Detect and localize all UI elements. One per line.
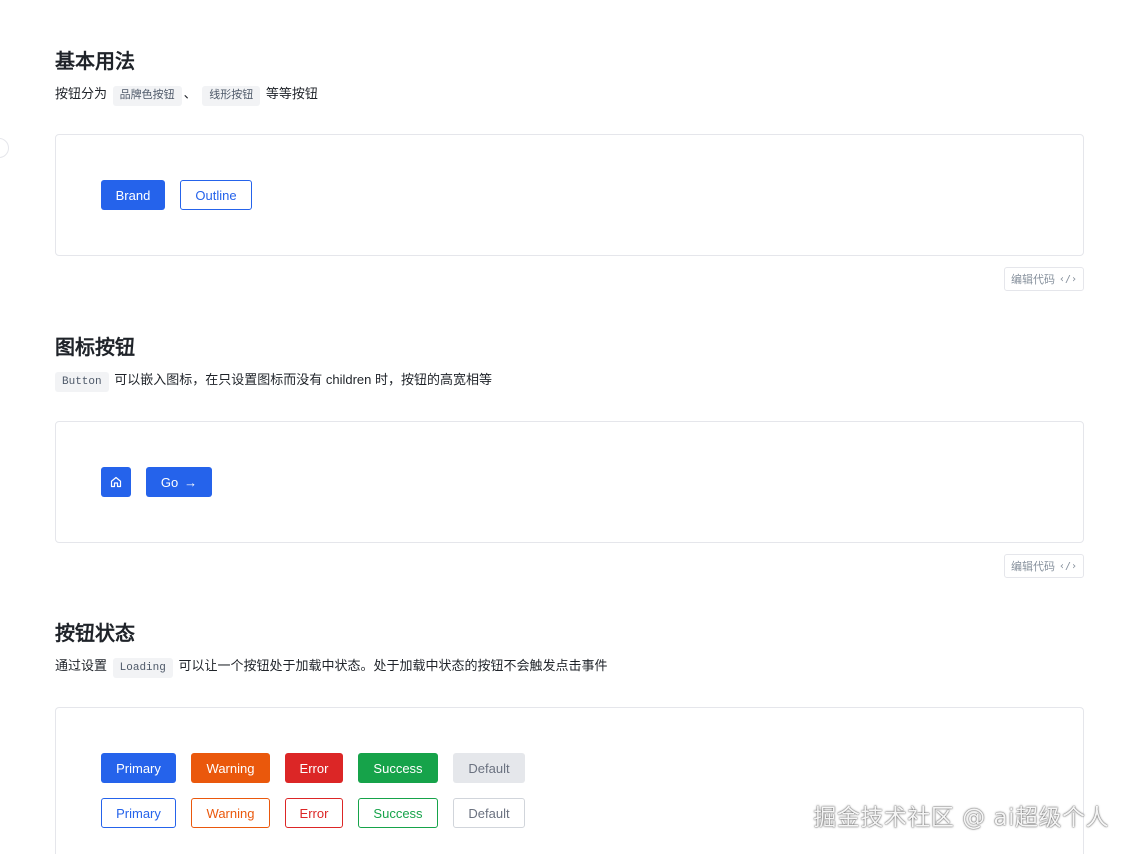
primary-outline-button[interactable]: Primary [101,798,176,828]
code-button: Button [55,372,109,392]
desc-text: 按钮分为 [55,86,108,101]
warning-outline-button[interactable]: Warning [191,798,270,828]
home-icon-button[interactable] [101,467,131,497]
go-button-label: Go [160,474,179,490]
page: 基本用法 按钮分为 品牌色按钮、 线形按钮 等等按钮 Brand Outline… [0,0,1133,854]
desc-text: 可以嵌入图标，在只设置图标而没有 children 时，按钮的高宽相等 [114,372,492,387]
default-outline-button[interactable]: Default [453,798,525,828]
desc-text: 等等按钮 [265,86,318,101]
collapse-handle[interactable] [0,138,9,158]
section-state: 按钮状态 通过设置 Loading 可以让一个按钮处于加载中状态。处于加载中状态… [55,620,1084,854]
section-desc-icon: Button 可以嵌入图标，在只设置图标而没有 children 时，按钮的高宽… [55,370,1084,392]
default-button[interactable]: Default [453,753,525,783]
watermark: 掘金技术社区 @ ai超级个人 [813,805,1109,831]
code-icon: ‹/› [1058,560,1078,572]
demo-box-icon: Go → [55,421,1084,543]
section-basic: 基本用法 按钮分为 品牌色按钮、 线形按钮 等等按钮 Brand Outline… [55,48,1084,291]
desc-separator: 、 [183,86,197,101]
section-desc-basic: 按钮分为 品牌色按钮、 线形按钮 等等按钮 [55,84,1084,106]
code-brand: 品牌色按钮 [112,86,182,106]
success-button[interactable]: Success [358,753,438,783]
arrow-right-icon: → [184,474,198,490]
section-title-icon: 图标按钮 [55,337,135,359]
error-outline-button[interactable]: Error [285,798,343,828]
edit-code-button[interactable]: 编辑代码 ‹/› [1004,267,1084,291]
demo-box-basic: Brand Outline [55,134,1084,256]
go-button[interactable]: Go → [146,467,212,497]
code-outline: 线形按钮 [202,86,261,106]
edit-code-label: 编辑代码 [1010,561,1055,573]
edit-code-button[interactable]: 编辑代码 ‹/› [1004,554,1084,578]
section-desc-state: 通过设置 Loading 可以让一个按钮处于加载中状态。处于加载中状态的按钮不会… [55,656,1084,678]
edit-code-label: 编辑代码 [1010,274,1055,286]
primary-button[interactable]: Primary [101,753,176,783]
warning-button[interactable]: Warning [191,753,270,783]
desc-text: 通过设置 [55,658,108,673]
section-title-basic: 基本用法 [55,51,135,73]
section-icon: 图标按钮 Button 可以嵌入图标，在只设置图标而没有 children 时，… [55,334,1084,578]
brand-button[interactable]: Brand [101,180,165,210]
error-button[interactable]: Error [285,753,343,783]
section-title-state: 按钮状态 [55,623,135,645]
outline-button[interactable]: Outline [180,180,252,210]
code-icon: ‹/› [1058,273,1078,285]
success-outline-button[interactable]: Success [358,798,438,828]
desc-text: 可以让一个按钮处于加载中状态。处于加载中状态的按钮不会触发点击事件 [178,658,608,673]
home-icon [110,476,122,488]
code-loading: Loading [112,658,173,678]
